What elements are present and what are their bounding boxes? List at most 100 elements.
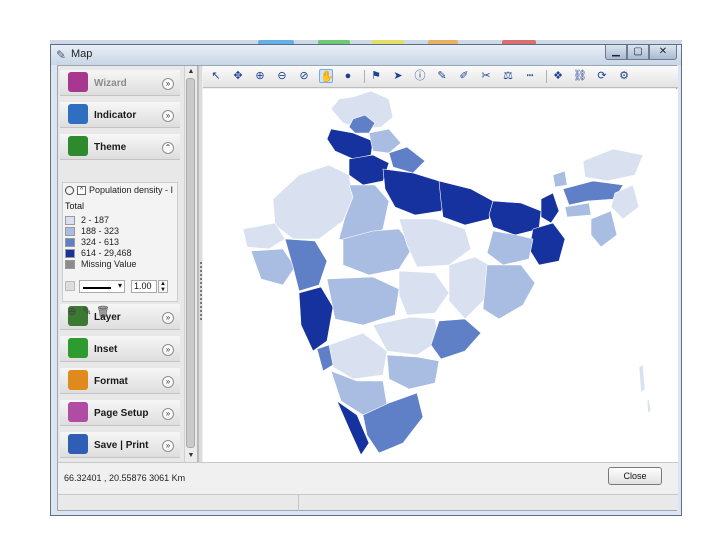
india-choropleth-map[interactable] — [203, 89, 678, 462]
refresh-icon[interactable]: ⟳ — [595, 69, 609, 83]
left-panel-scrollbar[interactable]: ▲ ▼ — [184, 66, 196, 462]
section-label: Page Setup — [94, 408, 149, 419]
section-label: Format — [94, 376, 128, 387]
maximize-button[interactable]: ▢ — [627, 45, 649, 60]
region-arunachal — [582, 148, 644, 182]
section-format[interactable]: Format » — [60, 368, 180, 394]
theme-layer-row[interactable]: ^ Population density - I — [65, 185, 177, 197]
add-icon[interactable]: ⊕ — [66, 306, 78, 318]
chevron-double-right-icon[interactable]: » — [162, 110, 174, 122]
draw-line-icon[interactable]: ✎ — [435, 69, 449, 83]
theme-icon — [68, 136, 88, 156]
draw-poly-icon[interactable]: ✐ — [457, 69, 471, 83]
chevron-double-right-icon[interactable]: » — [162, 408, 174, 420]
chevron-double-right-icon[interactable]: » — [162, 376, 174, 388]
legend-swatch[interactable] — [65, 260, 75, 270]
section-label: Save | Print — [94, 440, 149, 451]
scroll-thumb[interactable] — [186, 78, 195, 448]
zoom-in-icon[interactable]: ⊕ — [253, 69, 267, 83]
section-save-print[interactable]: Save | Print » — [60, 432, 180, 458]
region-tripura-mizoram — [590, 210, 618, 248]
format-icon — [68, 370, 88, 390]
link-icon[interactable]: ⛓ — [573, 69, 587, 83]
scroll-up-icon[interactable]: ▲ — [185, 66, 197, 78]
theme-mini-toolbar: ⊕ ✎ 🗑 — [66, 306, 111, 320]
line-style-select[interactable]: ▾ — [79, 280, 125, 293]
region-west-bengal-north — [540, 192, 560, 224]
section-theme[interactable]: Theme ⌃ — [60, 134, 180, 160]
scale-bar-icon[interactable]: ┉ — [523, 69, 537, 83]
title-bar[interactable]: ✎ Map ▁ ▢ ✕ — [51, 45, 681, 65]
inset-icon — [68, 338, 88, 358]
close-button[interactable]: Close — [608, 467, 662, 485]
region-andhra-coast — [430, 318, 482, 360]
map-toolbar: ↖ ✥ ⊕ ⊖ ⊘ ✋ ● ⚑ ➤ ⓘ ✎ ✐ ✂ ⚖ ┉ ❖ ⛓ ⟳ ⚙ — [203, 66, 678, 88]
region-andaman-islands — [638, 364, 646, 394]
layer-toggle-icon[interactable]: ^ — [77, 186, 86, 196]
pan-arrows-icon[interactable]: ✥ — [231, 69, 245, 83]
region-mp-west — [342, 228, 414, 276]
client-area: Wizard» Indicator» Theme ⌃ Layer» Inset» Forma… — [57, 65, 678, 511]
edit-icon[interactable]: ✎ — [81, 306, 93, 318]
section-label: Wizard — [94, 78, 127, 89]
settings-icon[interactable]: ⚙ — [617, 69, 631, 83]
line-width-input[interactable]: 1.00 — [131, 280, 157, 293]
region-himachal — [368, 128, 402, 154]
legend-item: 324 - 613 — [65, 237, 119, 248]
legend-label: 614 - 29,468 — [81, 248, 132, 258]
hand-pan-icon[interactable]: ✋ — [319, 69, 334, 83]
visibility-eye-icon[interactable] — [65, 186, 74, 196]
globe-icon[interactable]: ● — [341, 69, 355, 83]
chevron-up-icon[interactable]: ⌃ — [162, 142, 174, 154]
pointer-icon[interactable]: ➤ — [391, 69, 405, 83]
chevron-double-right-icon[interactable]: » — [162, 440, 174, 452]
measure-icon[interactable]: ⚖ — [501, 69, 515, 83]
legend-label: Missing Value — [81, 259, 137, 269]
region-uttarakhand — [388, 146, 426, 174]
legend-swatch[interactable] — [65, 238, 75, 248]
zoom-out-icon[interactable]: ⊖ — [275, 69, 289, 83]
north-arrow-icon[interactable]: ❖ — [551, 69, 565, 83]
toolbar-separator — [546, 70, 547, 83]
coordinate-readout: 66.32401 , 20.55876 3061 Km — [64, 473, 186, 483]
region-rajasthan-west — [272, 164, 354, 240]
region-karnataka-north — [328, 332, 388, 380]
line-style-row: ▾ 1.00 ▲ ▼ — [65, 279, 177, 295]
theme-panel: ^ Population density - I Total 2 - 187 188… — [62, 182, 178, 302]
label-icon[interactable]: ⚑ — [369, 69, 383, 83]
legend-item: 2 - 187 — [65, 215, 109, 226]
info-icon[interactable]: ⓘ — [413, 69, 427, 83]
left-panel: Wizard» Indicator» Theme ⌃ Layer» Inset» Forma… — [58, 66, 198, 462]
legend-swatch[interactable] — [65, 227, 75, 237]
chevron-double-right-icon[interactable]: » — [162, 78, 174, 90]
status-bar: 66.32401 , 20.55876 3061 Km Close — [58, 462, 678, 494]
window-close-button[interactable]: ✕ — [649, 45, 677, 60]
theme-layer-name: Population density - I — [89, 185, 174, 195]
eraser-icon[interactable]: ✂ — [479, 69, 493, 83]
line-color-swatch[interactable] — [65, 281, 75, 291]
delete-icon[interactable]: 🗑 — [96, 306, 110, 318]
window-title: Map — [71, 48, 93, 60]
legend-item: 188 - 323 — [65, 226, 119, 237]
region-maharashtra-central — [326, 276, 400, 326]
scroll-down-icon[interactable]: ▼ — [185, 450, 197, 462]
legend-item: Missing Value — [65, 259, 136, 270]
select-tool-icon[interactable]: ↖ — [209, 69, 223, 83]
splitter-grip[interactable] — [200, 262, 202, 322]
panel-splitter[interactable] — [198, 66, 202, 462]
legend-swatch[interactable] — [65, 249, 75, 259]
line-width-spinner[interactable]: ▲ ▼ — [158, 280, 168, 293]
map-app-icon: ✎ — [56, 48, 67, 62]
map-canvas[interactable] — [203, 89, 678, 462]
legend-swatch[interactable] — [65, 216, 75, 226]
section-wizard[interactable]: Wizard » — [60, 70, 180, 96]
section-page-setup[interactable]: Page Setup » — [60, 400, 180, 426]
section-indicator[interactable]: Indicator » — [60, 102, 180, 128]
minimize-button[interactable]: ▁ — [605, 45, 627, 60]
zoom-extent-icon[interactable]: ⊘ — [297, 69, 311, 83]
chevron-double-right-icon[interactable]: » — [162, 344, 174, 356]
page-setup-icon — [68, 402, 88, 422]
chevron-double-right-icon[interactable]: » — [162, 312, 174, 324]
legend-label: 324 - 613 — [81, 237, 120, 247]
section-inset[interactable]: Inset » — [60, 336, 180, 362]
